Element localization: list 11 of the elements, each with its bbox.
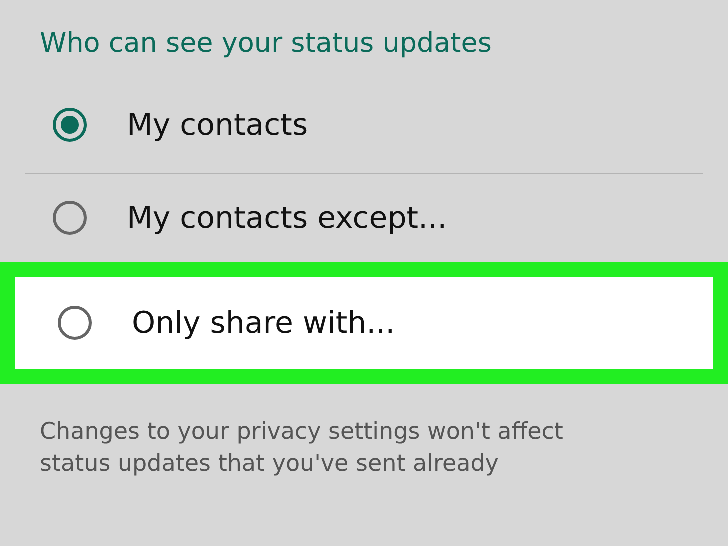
- highlighted-option-row[interactable]: Only share with...: [0, 262, 728, 384]
- radio-button[interactable]: [58, 306, 92, 340]
- privacy-note: Changes to your privacy settings won't affect status updates that you've sent already: [40, 418, 564, 479]
- section-title: Who can see your status updates: [40, 27, 492, 61]
- option-label: Only share with...: [132, 306, 396, 340]
- radio-button[interactable]: [53, 201, 87, 235]
- option-label: My contacts except...: [127, 200, 448, 236]
- option-row[interactable]: My contacts: [25, 77, 703, 174]
- option-row[interactable]: My contacts except...: [25, 174, 703, 262]
- option-label: My contacts: [127, 108, 308, 142]
- radio-button[interactable]: [53, 108, 87, 142]
